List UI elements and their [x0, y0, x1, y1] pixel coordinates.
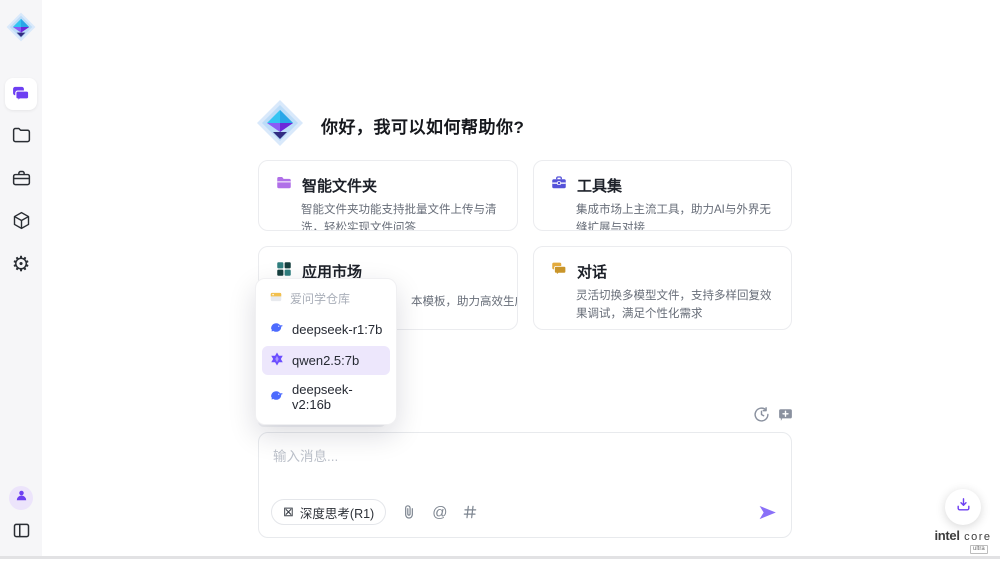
ultra-badge: ultra — [970, 545, 988, 554]
briefcase-icon — [11, 168, 32, 189]
download-icon — [955, 496, 972, 518]
card-smart-folder[interactable]: 智能文件夹 智能文件夹功能支持批量文件上传与清洗，轻松实现文件问答 — [258, 160, 518, 231]
chat-bubbles-icon — [11, 84, 31, 104]
card-description: 智能文件夹功能支持批量文件上传与清洗，轻松实现文件问答 — [301, 202, 501, 231]
history-icon[interactable] — [753, 406, 770, 428]
mention-icon[interactable]: @ — [432, 504, 447, 521]
prompt-grid-icon[interactable] — [462, 504, 478, 520]
deepseek-icon — [269, 388, 285, 407]
intel-core-logo: intel core ultra — [932, 527, 994, 554]
attachment-icon[interactable] — [401, 504, 417, 520]
repository-icon — [269, 290, 283, 307]
window-bottom-edge — [0, 556, 1000, 559]
model-group-header: 爱问学仓库 — [262, 286, 390, 313]
collapse-sidebar-button[interactable] — [5, 514, 37, 546]
card-description-fragment: 本模板，助力高效生成多 — [411, 293, 518, 309]
model-option-deepseek-r1[interactable]: deepseek-r1:7b — [262, 315, 390, 344]
model-option-qwen[interactable]: qwen2.5:7b — [262, 346, 390, 375]
card-toolset[interactable]: 工具集 集成市场上主流工具，助力AI与外界无缝扩展与对接 — [533, 160, 792, 231]
deepseek-icon — [269, 320, 285, 339]
card-description: 集成市场上主流工具，助力AI与外界无缝扩展与对接 — [576, 202, 775, 231]
intel-logo-text: intel — [934, 528, 959, 543]
chat-gold-icon — [550, 260, 568, 283]
model-option-label: deepseek-r1:7b — [292, 322, 382, 337]
card-description: 灵活切换多模型文件，支持多样回复效果调试，满足个性化需求 — [576, 288, 775, 324]
send-icon[interactable] — [757, 502, 778, 523]
folder-filled-icon — [275, 174, 293, 197]
greeting-logo-icon — [256, 99, 304, 147]
sidebar: ⚙ — [0, 0, 42, 556]
card-title: 工具集 — [577, 175, 622, 196]
toolbox-filled-icon — [550, 174, 568, 197]
cube-icon — [11, 210, 32, 231]
new-chat-icon[interactable] — [777, 406, 794, 428]
card-dialogue[interactable]: 对话 灵活切换多模型文件，支持多样回复效果调试，满足个性化需求 — [533, 246, 792, 330]
core-logo-text: core — [964, 531, 991, 543]
card-title: 智能文件夹 — [302, 175, 377, 196]
page-title: 你好，我可以如何帮助你? — [321, 113, 524, 138]
model-option-label: qwen2.5:7b — [292, 353, 359, 368]
model-option-deepseek-v2[interactable]: deepseek-v2:16b — [262, 377, 390, 417]
folder-icon — [11, 125, 32, 146]
deep-think-icon: ⊠ — [283, 504, 294, 520]
sidebar-item-toolbox[interactable] — [5, 162, 37, 194]
message-input[interactable] — [273, 445, 773, 489]
download-button[interactable] — [945, 489, 981, 525]
sidebar-item-settings[interactable]: ⚙ — [5, 248, 37, 280]
sidebar-item-folders[interactable] — [5, 119, 37, 151]
composer-toolbar: ⊠ 深度思考(R1) @ — [271, 498, 778, 526]
app-logo-icon — [6, 12, 36, 42]
deep-think-label: 深度思考(R1) — [300, 503, 374, 522]
model-option-label: deepseek-v2:16b — [292, 382, 383, 412]
model-dropdown-menu: 爱问学仓库 deepseek-r1:7b qwen2.5:7b deepseek… — [255, 278, 397, 425]
deep-think-toggle[interactable]: ⊠ 深度思考(R1) — [271, 499, 386, 525]
message-composer: ⊠ 深度思考(R1) @ — [258, 432, 792, 538]
sidebar-item-chat[interactable] — [5, 78, 37, 110]
qwen-icon — [269, 351, 285, 370]
card-title: 对话 — [577, 261, 607, 282]
user-avatar[interactable] — [9, 486, 33, 510]
sidebar-item-models[interactable] — [5, 204, 37, 236]
gear-icon: ⚙ — [12, 254, 31, 275]
panel-icon — [11, 520, 32, 541]
person-icon — [14, 488, 29, 508]
model-group-label: 爱问学仓库 — [290, 290, 350, 307]
